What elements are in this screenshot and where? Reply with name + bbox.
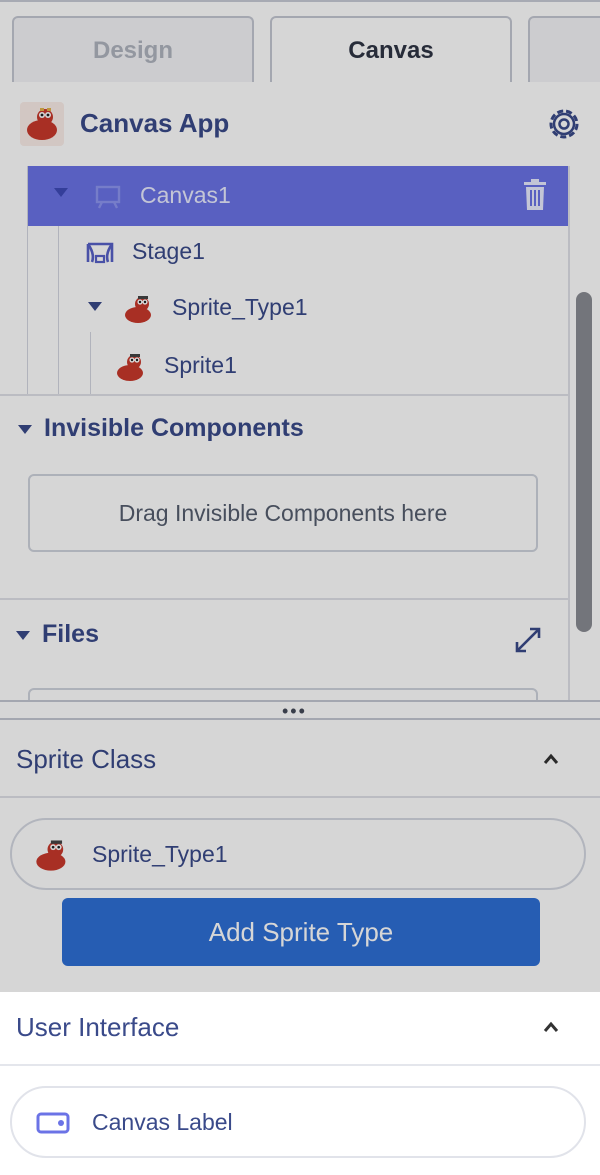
collapse-caret-icon[interactable]: [54, 188, 68, 197]
tree-item-sprite1[interactable]: Sprite1: [112, 344, 532, 388]
trash-icon[interactable]: [520, 178, 550, 212]
panel-splitter[interactable]: •••: [0, 700, 600, 720]
app-title: Canvas App: [80, 108, 230, 138]
divider: [0, 598, 568, 600]
canvas-label-item[interactable]: Canvas Label: [10, 1086, 586, 1158]
divider: [0, 1064, 600, 1066]
user-interface-panel: User Interface Canvas Label: [0, 992, 600, 1175]
tree-guide: [58, 226, 59, 394]
expand-icon[interactable]: [512, 624, 544, 656]
sprite-class-title[interactable]: Sprite Class: [16, 744, 156, 775]
chevron-up-icon[interactable]: [542, 1020, 560, 1032]
settings-gear-icon[interactable]: [544, 104, 584, 144]
section-title: Invisible Components: [44, 414, 304, 442]
collapse-caret-icon: [18, 424, 32, 434]
user-interface-title[interactable]: User Interface: [16, 1012, 179, 1043]
sprite-icon: [114, 350, 148, 384]
project-panel: Canvas App Canvas1 Stage1 Sprite_Type1 S…: [0, 82, 600, 702]
divider: [0, 796, 600, 798]
invisible-components-header[interactable]: Invisible Components: [18, 414, 304, 443]
canvas-icon: [94, 182, 122, 210]
invisible-components-dropzone[interactable]: Drag Invisible Components here: [28, 474, 538, 552]
add-sprite-type-button[interactable]: Add Sprite Type: [62, 898, 540, 966]
files-header[interactable]: Files: [16, 620, 99, 649]
tree-item-stage1[interactable]: Stage1: [86, 236, 526, 276]
divider: [0, 394, 568, 396]
canvas-label-text: Canvas Label: [92, 1109, 233, 1135]
tree-item-label: Sprite1: [164, 352, 237, 378]
tab-bar: Design Canvas: [0, 0, 600, 84]
collapse-caret-icon[interactable]: [88, 302, 102, 311]
sprite-type-label: Sprite_Type1: [92, 841, 228, 867]
chevron-up-icon[interactable]: [542, 752, 560, 764]
collapse-caret-icon: [16, 630, 30, 640]
tab-canvas[interactable]: Canvas: [270, 16, 512, 84]
stage-icon: [86, 240, 114, 268]
tab-design[interactable]: Design: [12, 16, 254, 84]
section-title: Files: [42, 620, 99, 648]
tree-guide: [90, 332, 91, 394]
sprite-type-item[interactable]: Sprite_Type1: [10, 818, 586, 890]
tree-item-canvas1[interactable]: Canvas1: [28, 166, 568, 226]
sprite-class-panel: Sprite Class Sprite_Type1 Add Sprite Typ…: [0, 720, 600, 992]
label-icon: [36, 1112, 70, 1134]
drag-handle-icon: •••: [282, 701, 307, 721]
tab-overflow[interactable]: [528, 16, 600, 84]
tree-item-label: Canvas1: [140, 182, 231, 208]
app-header: Canvas App: [0, 82, 600, 166]
sprite-icon: [32, 836, 72, 874]
scrollbar-thumb[interactable]: [576, 292, 592, 632]
sprite-icon: [122, 292, 156, 326]
app-logo: [20, 102, 64, 146]
tree-item-label: Sprite_Type1: [172, 294, 308, 320]
tree-item-label: Stage1: [132, 238, 205, 264]
tree-item-sprite-type1[interactable]: Sprite_Type1: [86, 288, 526, 332]
